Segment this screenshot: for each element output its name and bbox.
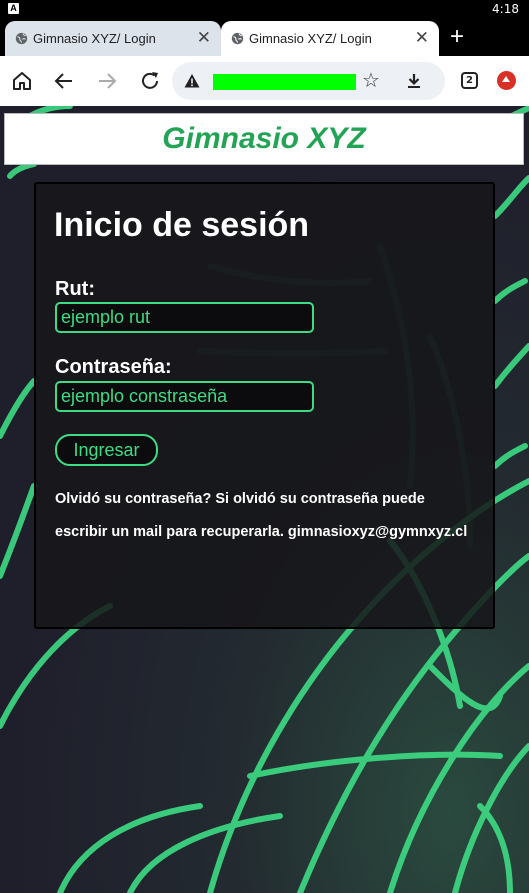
tab-title: Gimnasio XYZ/ Login [33, 31, 156, 46]
globe-icon [15, 32, 28, 45]
url-text[interactable] [213, 74, 356, 90]
web-page: Gimnasio XYZ Inicio de sesión Rut: Contr… [0, 106, 529, 893]
rut-label: Rut: [55, 278, 95, 300]
warning-icon[interactable] [184, 73, 200, 89]
tab-title: Gimnasio XYZ/ Login [249, 31, 372, 46]
help-text-line-1: Olvidó su contraseña? Si olvidó su contr… [55, 491, 425, 507]
clock: 4:18 [492, 2, 519, 16]
tab-strip: Gimnasio XYZ/ Login ✕ Gimnasio XYZ/ Logi… [0, 18, 529, 56]
site-header: Gimnasio XYZ [4, 113, 524, 165]
password-label: Contraseña: [55, 356, 172, 378]
app-badge-icon: A [8, 3, 19, 14]
close-tab-icon[interactable]: ✕ [197, 29, 211, 46]
tab-switcher-button[interactable]: 2 [461, 72, 478, 89]
bookmark-star-icon[interactable]: ☆ [362, 71, 380, 91]
back-icon[interactable] [52, 69, 76, 93]
download-icon[interactable] [405, 72, 423, 90]
password-input[interactable] [55, 381, 314, 412]
page-title: Inicio de sesión [54, 206, 310, 244]
help-text-line-2: escribir un mail para recuperarla. gimna… [55, 524, 468, 540]
globe-icon [231, 32, 244, 45]
reload-icon[interactable] [138, 69, 162, 93]
status-bar: A 4:18 [0, 0, 529, 18]
forward-icon[interactable] [95, 69, 119, 93]
address-bar[interactable]: ☆ [172, 62, 445, 100]
tab-1[interactable]: Gimnasio XYZ/ Login ✕ [5, 21, 221, 56]
update-icon[interactable] [497, 71, 516, 90]
tab-2[interactable]: Gimnasio XYZ/ Login ✕ [221, 21, 439, 56]
brand-title: Gimnasio XYZ [162, 122, 366, 155]
login-panel: Inicio de sesión Rut: Contraseña: Ingres… [34, 182, 495, 629]
login-button[interactable]: Ingresar [55, 434, 158, 466]
home-icon[interactable] [10, 69, 34, 93]
browser-toolbar: ☆ 2 [0, 56, 529, 106]
rut-input[interactable] [55, 302, 314, 333]
new-tab-icon[interactable]: + [450, 25, 464, 49]
close-tab-icon[interactable]: ✕ [415, 29, 429, 46]
